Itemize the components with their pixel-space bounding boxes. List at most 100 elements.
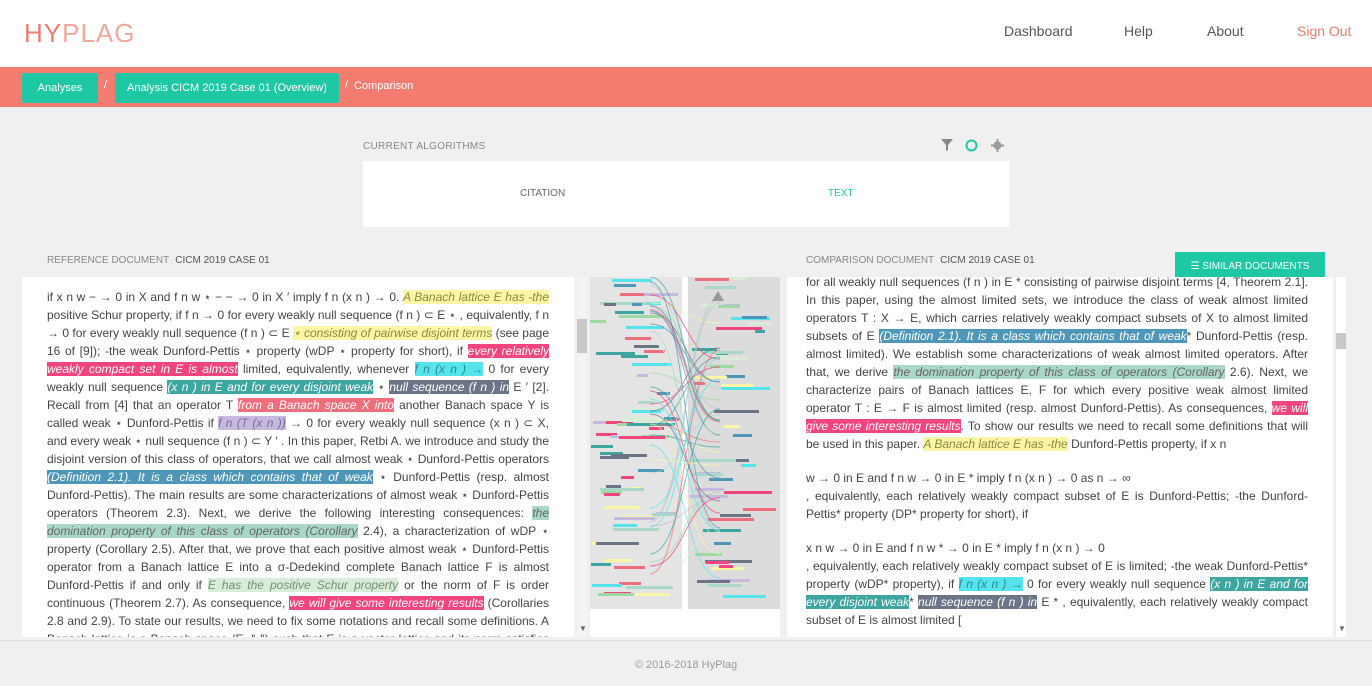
match-segment [593, 421, 606, 424]
text-segment: * [909, 595, 919, 609]
match-segment [626, 326, 664, 329]
match-segment [632, 303, 642, 306]
breadcrumb-current: Comparison [354, 80, 414, 92]
match-segment [726, 375, 745, 378]
breadcrumb-separator: / [104, 79, 108, 91]
highlighted-match[interactable]: null sequence (f n ) in [389, 380, 510, 394]
filter-icon[interactable] [941, 139, 953, 154]
highlighted-match[interactable]: ⋆ consisting of pairwise disjoint terms [293, 326, 493, 340]
match-segment [652, 513, 675, 516]
text-segment: ⋆ [373, 380, 390, 394]
match-segment [721, 384, 753, 387]
algorithm-citation[interactable]: CITATION [520, 188, 565, 199]
match-segment [613, 528, 659, 531]
match-segment [626, 586, 673, 589]
gear-icon[interactable] [991, 139, 1004, 155]
reference-label-text: REFERENCE DOCUMENT [47, 255, 170, 266]
match-segment [709, 478, 733, 481]
comparison-visualization[interactable] [590, 276, 780, 637]
highlighted-match[interactable]: (Definition 2.1). It is a class which co… [47, 470, 373, 484]
match-segment [755, 330, 765, 333]
match-segment [614, 517, 655, 520]
match-segment [724, 491, 772, 494]
match-segment [612, 279, 652, 282]
comparison-document-panel[interactable]: for all weakly null sequences (f n ) in … [787, 277, 1333, 637]
highlighted-match[interactable]: A Banach lattice E has -the [923, 437, 1068, 451]
match-segment [742, 316, 767, 319]
text-segment: x n w → 0 in E and f n w * → 0 in E * im… [806, 541, 1105, 555]
highlighted-match[interactable]: we will give some interesting results [289, 596, 484, 610]
comparison-document-name: CICM 2019 CASE 01 [940, 255, 1035, 266]
nav-about[interactable]: About [1207, 23, 1244, 39]
match-segment [637, 374, 648, 377]
match-segment [697, 580, 730, 583]
match-segment [600, 488, 644, 491]
top-navbar: HYPLAG Dashboard Help About Sign Out [0, 0, 1372, 67]
match-segment [720, 514, 751, 517]
scroll-down-icon[interactable]: ▼ [1338, 624, 1346, 633]
text-segment: 0 for every weakly null sequence [1022, 577, 1211, 591]
algorithm-text[interactable]: TEXT [828, 188, 854, 199]
match-segment [724, 425, 740, 428]
match-segment [598, 593, 634, 596]
match-segment [708, 584, 742, 587]
match-segment [619, 582, 641, 585]
comparison-paragraph: , equivalently, each relatively weakly c… [806, 487, 1308, 523]
highlighted-match[interactable]: E has the positive Schur property [207, 578, 399, 592]
similar-documents-button[interactable]: ☰ SIMILAR DOCUMENTS [1175, 252, 1325, 280]
breadcrumb-separator: / [345, 79, 349, 91]
highlighted-match[interactable]: null sequence (f n ) in [918, 595, 1038, 609]
highlighted-match[interactable]: the domination property of this class of… [893, 365, 1225, 379]
match-segment [695, 278, 729, 281]
copyright-text: © 2016-2018 HyPlag [634, 659, 738, 671]
match-segment [592, 584, 622, 587]
circle-icon[interactable] [965, 139, 978, 155]
text-segment: , equivalently, each relatively weakly c… [806, 489, 1308, 521]
match-segment [596, 542, 639, 545]
match-segment [644, 350, 665, 353]
reference-scroll-thumb[interactable] [577, 319, 587, 353]
hyplag-logo[interactable]: HYPLAG [24, 18, 136, 49]
nav-help[interactable]: Help [1124, 23, 1153, 39]
comparison-document-label: COMPARISON DOCUMENT CICM 2019 CASE 01 [806, 255, 1035, 266]
match-segment [714, 410, 759, 413]
highlighted-match[interactable]: A Banach lattice E has -the [403, 290, 549, 304]
highlighted-match[interactable]: f n (x n ) → [958, 577, 1023, 591]
match-segment [716, 327, 762, 330]
match-segment [706, 561, 729, 564]
nav-sign-out[interactable]: Sign Out [1297, 23, 1351, 39]
comparison-scrollbar[interactable]: ▼ [1336, 277, 1346, 637]
match-segment [614, 566, 645, 569]
comparison-paragraph: for all weakly null sequences (f n ) in … [806, 277, 1309, 453]
highlighted-match[interactable]: from a Banach space X into [238, 398, 395, 412]
scroll-down-icon[interactable]: ▼ [579, 624, 587, 633]
match-segment [596, 352, 635, 355]
match-segment [705, 286, 736, 289]
text-segment: limited, equivalently, whenever [237, 362, 415, 376]
text-segment: if x n w − → 0 in X and f n w ⋆ − − → 0 … [47, 290, 403, 304]
match-segment [693, 376, 727, 379]
reference-scrollbar[interactable]: ▼ [577, 277, 587, 637]
breadcrumb-analyses[interactable]: Analyses [22, 73, 98, 103]
nav-dashboard[interactable]: Dashboard [1004, 23, 1073, 39]
comparison-scroll-thumb[interactable] [1336, 333, 1346, 349]
highlighted-match[interactable]: (x n ) in E and for every disjoint weak [167, 380, 374, 394]
highlighted-match[interactable]: f n (x n ) → [414, 362, 484, 376]
highlighted-match[interactable]: f n (T (x n )) [218, 416, 286, 430]
match-segment [615, 311, 644, 314]
match-flow-chart[interactable] [590, 276, 780, 637]
algorithms-label: CURRENT ALGORITHMS [363, 141, 486, 152]
match-segment [748, 322, 773, 325]
match-segment [617, 433, 629, 436]
footer: © 2016-2018 HyPlag [0, 640, 1372, 686]
text-segment: Dunford-Pettis property, if x n [1067, 437, 1227, 451]
match-segment [604, 493, 620, 496]
logo-hy: HY [24, 18, 63, 48]
reference-document-name: CICM 2019 CASE 01 [175, 255, 270, 266]
match-segment [635, 593, 670, 596]
breadcrumb-analysis-overview[interactable]: Analysis CICM 2019 Case 01 (Overview) [115, 73, 339, 103]
match-segment [590, 320, 606, 323]
match-segment [718, 305, 740, 308]
highlighted-match[interactable]: (Definition 2.1). It is a class which co… [879, 329, 1187, 343]
reference-document-panel[interactable]: if x n w − → 0 in X and f n w ⋆ − − → 0 … [22, 277, 574, 637]
